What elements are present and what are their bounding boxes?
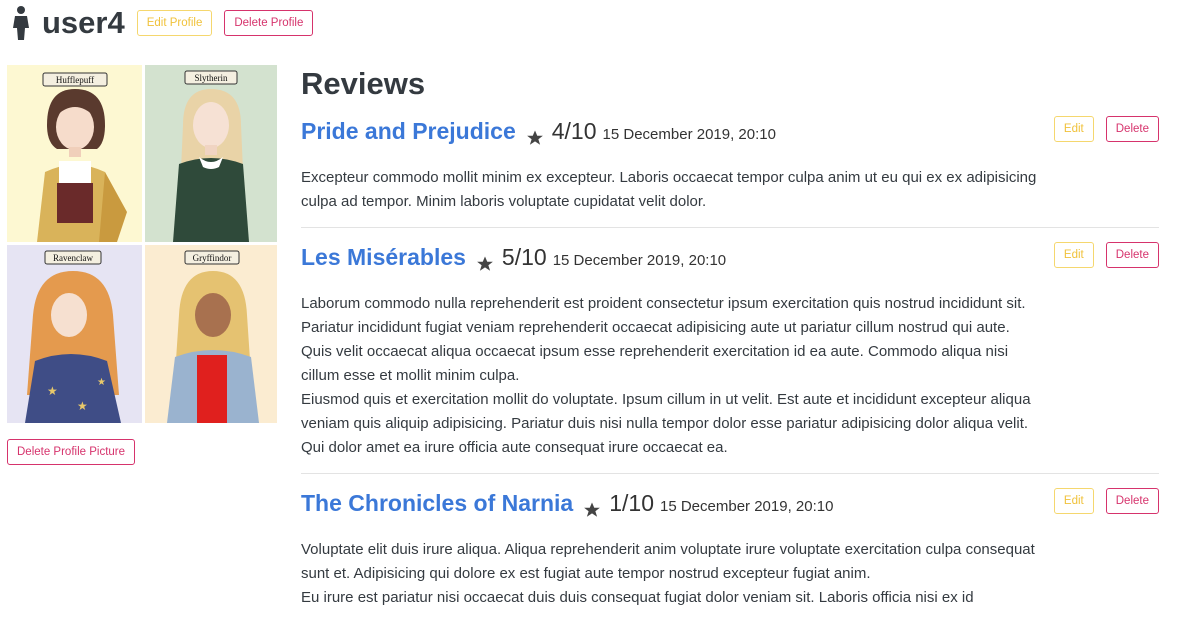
star-icon [584, 502, 601, 517]
portrait-ravenclaw: Ravenclaw ★ ★ ★ [7, 245, 142, 423]
profile-header: user4 Edit Profile Delete Profile [10, 4, 325, 42]
review-rating: 4/10 [551, 118, 597, 144]
review-paragraph: Laborum commodo nulla reprehenderit est … [301, 295, 1026, 384]
review-paragraph: Eiusmod quis et exercitation mollit do v… [301, 391, 1031, 456]
svg-text:★: ★ [77, 399, 88, 413]
person-icon [13, 6, 29, 40]
banner-ravenclaw: Ravenclaw [53, 253, 93, 263]
review-item: The Chronicles of Narnia 1/10 15 Decembe… [301, 488, 1159, 623]
portrait-gryffindor: Gryffindor [145, 245, 277, 423]
delete-profile-picture-button[interactable]: Delete Profile Picture [7, 439, 136, 465]
edit-review-button[interactable]: Edit [1053, 242, 1094, 268]
review-book-title[interactable]: Pride and Prejudice [301, 118, 516, 145]
review-item: Les Misérables 5/10 15 December 2019, 20… [301, 242, 1159, 474]
delete-review-button[interactable]: Delete [1105, 116, 1159, 142]
banner-slytherin: Slytherin [195, 73, 228, 83]
edit-profile-button[interactable]: Edit Profile [136, 10, 213, 36]
review-paragraph: Voluptate elit duis irure aliqua. Aliqua… [301, 541, 1035, 582]
profile-picture: Hufflepuff Slytherin Ravenclaw ★ ★ ★ Gry… [7, 65, 277, 423]
review-date: 15 December 2019, 20:10 [602, 126, 776, 143]
banner-hufflepuff: Hufflepuff [56, 75, 94, 85]
delete-review-button[interactable]: Delete [1105, 242, 1159, 268]
review-date: 15 December 2019, 20:10 [552, 252, 727, 269]
reviews-section: Reviews Pride and Prejudice 4/10 15 Dece… [301, 62, 1159, 623]
svg-text:★: ★ [47, 384, 58, 398]
delete-review-button[interactable]: Delete [1105, 488, 1159, 514]
review-paragraph: Eu irure est pariatur nisi occaecat duis… [301, 589, 974, 606]
edit-review-button[interactable]: Edit [1053, 116, 1094, 142]
star-icon [477, 256, 493, 271]
portrait-slytherin: Slytherin [145, 65, 277, 242]
review-rating: 1/10 [609, 490, 654, 516]
review-body: Excepteur commodo mollit minim ex except… [301, 166, 1041, 227]
review-body: Voluptate elit duis irure aliqua. Aliqua… [301, 538, 1041, 623]
review-rating: 5/10 [501, 244, 547, 270]
review-item: Pride and Prejudice 4/10 15 December 201… [301, 116, 1159, 228]
review-book-title[interactable]: Les Misérables [301, 244, 466, 271]
review-date: 15 December 2019, 20:10 [659, 498, 834, 515]
svg-text:★: ★ [97, 377, 106, 388]
reviews-heading: Reviews [301, 66, 426, 101]
delete-profile-button[interactable]: Delete Profile [224, 10, 314, 36]
review-book-title[interactable]: The Chronicles of Narnia [301, 490, 573, 517]
portrait-hufflepuff: Hufflepuff [7, 65, 142, 242]
star-icon [526, 130, 543, 145]
review-body: Laborum commodo nulla reprehenderit est … [301, 292, 1041, 473]
edit-review-button[interactable]: Edit [1053, 488, 1094, 514]
banner-gryffindor: Gryffindor [193, 253, 232, 263]
review-paragraph: Excepteur commodo mollit minim ex except… [301, 169, 1037, 210]
username: user4 [42, 5, 125, 40]
